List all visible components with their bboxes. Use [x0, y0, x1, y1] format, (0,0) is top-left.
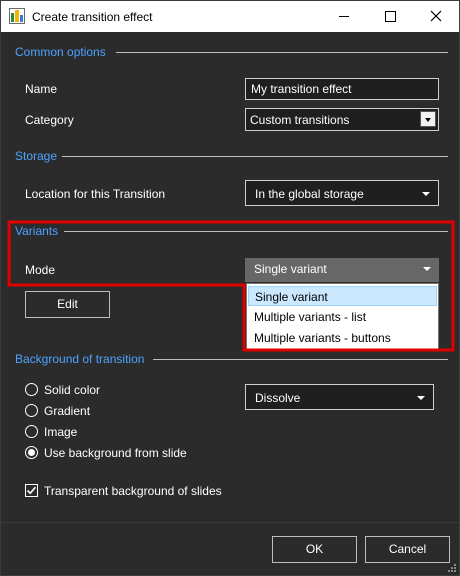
effect-value: Dissolve [255, 391, 301, 405]
background-heading: Background of transition [15, 352, 145, 366]
chevron-down-icon [417, 396, 425, 400]
section-divider [153, 359, 448, 360]
resize-grip-icon[interactable] [445, 561, 457, 573]
create-transition-dialog: Create transition effect Common options … [0, 0, 460, 576]
use-background-label: Use background from slide [44, 446, 187, 460]
transparent-checkbox[interactable] [25, 484, 38, 497]
checkmark-icon [26, 486, 37, 495]
radio-solid-color[interactable] [25, 383, 38, 396]
transparent-label: Transparent background of slides [44, 484, 222, 498]
effect-dropdown[interactable]: Dissolve [245, 384, 434, 410]
radio-gradient[interactable] [25, 404, 38, 417]
gradient-label: Gradient [44, 404, 91, 418]
image-label: Image [44, 425, 78, 439]
radio-use-background-from-slide[interactable] [25, 446, 38, 459]
solid-color-label: Solid color [44, 383, 101, 397]
ok-button[interactable]: OK [272, 536, 357, 563]
cancel-button[interactable]: Cancel [365, 536, 450, 563]
radio-image[interactable] [25, 425, 38, 438]
footer-divider [1, 522, 459, 523]
